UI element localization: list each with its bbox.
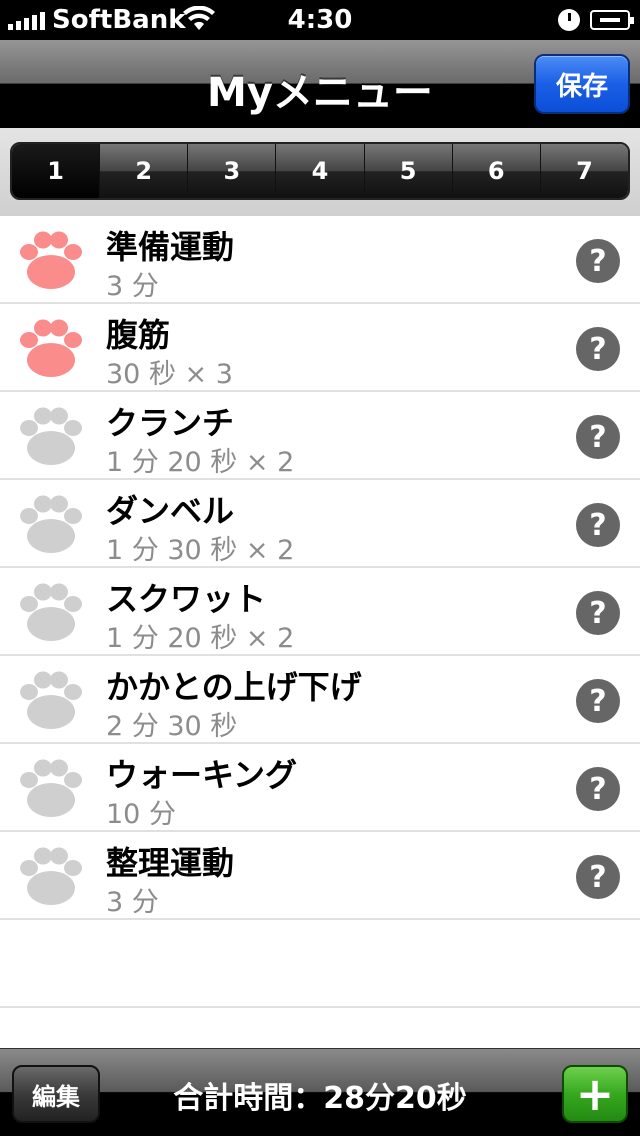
alarm-clock-icon [558, 9, 580, 31]
paw-icon [18, 406, 84, 466]
add-item-button[interactable]: + [562, 1065, 628, 1123]
item-title: スクワット [106, 580, 267, 618]
item-title: かかとの上げ下げ [106, 668, 362, 706]
paw-icon [18, 494, 84, 554]
help-icon[interactable]: ? [576, 415, 620, 459]
empty-row [0, 920, 640, 1008]
item-duration: 1 分 20 秒 × 2 [106, 623, 295, 654]
segment-6[interactable]: 6 [451, 144, 540, 198]
item-title: 整理運動 [106, 844, 235, 882]
paw-icon [18, 846, 84, 906]
list-item[interactable]: クランチ 1 分 20 秒 × 2? [0, 392, 640, 480]
paw-icon [18, 670, 84, 730]
bottom-toolbar: 編集 合計時間：28分20秒 + [0, 1048, 640, 1136]
paw-icon [18, 582, 84, 642]
save-button[interactable]: 保存 [534, 54, 630, 114]
help-icon[interactable]: ? [576, 327, 620, 371]
battery-charging-icon [590, 10, 634, 30]
status-time: 4:30 [287, 5, 353, 35]
item-duration: 2 分 30 秒 [106, 711, 238, 742]
item-title: 準備運動 [106, 228, 235, 266]
paw-icon [18, 318, 84, 378]
item-duration: 10 分 [106, 799, 176, 830]
navigation-bar: Myメニュー 保存 [0, 40, 640, 128]
segment-5[interactable]: 5 [363, 144, 452, 198]
help-icon[interactable]: ? [576, 239, 620, 283]
item-title: 腹筋 [106, 316, 171, 354]
help-icon[interactable]: ? [576, 591, 620, 635]
segment-area: 1234567 [0, 128, 640, 216]
segment-7[interactable]: 7 [539, 144, 628, 198]
segment-4[interactable]: 4 [275, 144, 364, 198]
help-icon[interactable]: ? [576, 503, 620, 547]
paw-icon [18, 230, 84, 290]
menu-segmented-control: 1234567 [10, 142, 630, 200]
item-duration: 1 分 30 秒 × 2 [106, 535, 295, 566]
item-duration: 3 分 [106, 271, 159, 302]
segment-1[interactable]: 1 [12, 144, 100, 198]
exercise-list[interactable]: 準備運動 3 分? 腹筋 30 秒 × 3? クランチ 1 分 20 秒 × 2? ダンベル… [0, 216, 640, 1048]
item-duration: 3 分 [106, 887, 159, 918]
total-time-label: 合計時間：28分20秒 [173, 1081, 467, 1116]
help-icon[interactable]: ? [576, 855, 620, 899]
help-icon[interactable]: ? [576, 679, 620, 723]
list-item[interactable]: スクワット 1 分 20 秒 × 2? [0, 568, 640, 656]
help-icon[interactable]: ? [576, 767, 620, 811]
item-title: ダンベル [106, 492, 235, 530]
status-bar: SoftBank 4:30 [0, 0, 640, 40]
item-duration: 30 秒 × 3 [106, 359, 233, 390]
list-item[interactable]: ダンベル 1 分 30 秒 × 2? [0, 480, 640, 568]
paw-icon [18, 758, 84, 818]
edit-button[interactable]: 編集 [12, 1065, 100, 1123]
segment-2[interactable]: 2 [99, 144, 188, 198]
item-title: ウォーキング [106, 756, 298, 794]
segment-3[interactable]: 3 [187, 144, 276, 198]
list-item[interactable]: かかとの上げ下げ 2 分 30 秒? [0, 656, 640, 744]
list-item[interactable]: 整理運動 3 分? [0, 832, 640, 920]
list-item[interactable]: ウォーキング 10 分? [0, 744, 640, 832]
item-duration: 1 分 20 秒 × 2 [106, 447, 295, 478]
item-title: クランチ [106, 404, 235, 442]
list-item[interactable]: 腹筋 30 秒 × 3? [0, 304, 640, 392]
list-item[interactable]: 準備運動 3 分? [0, 216, 640, 304]
